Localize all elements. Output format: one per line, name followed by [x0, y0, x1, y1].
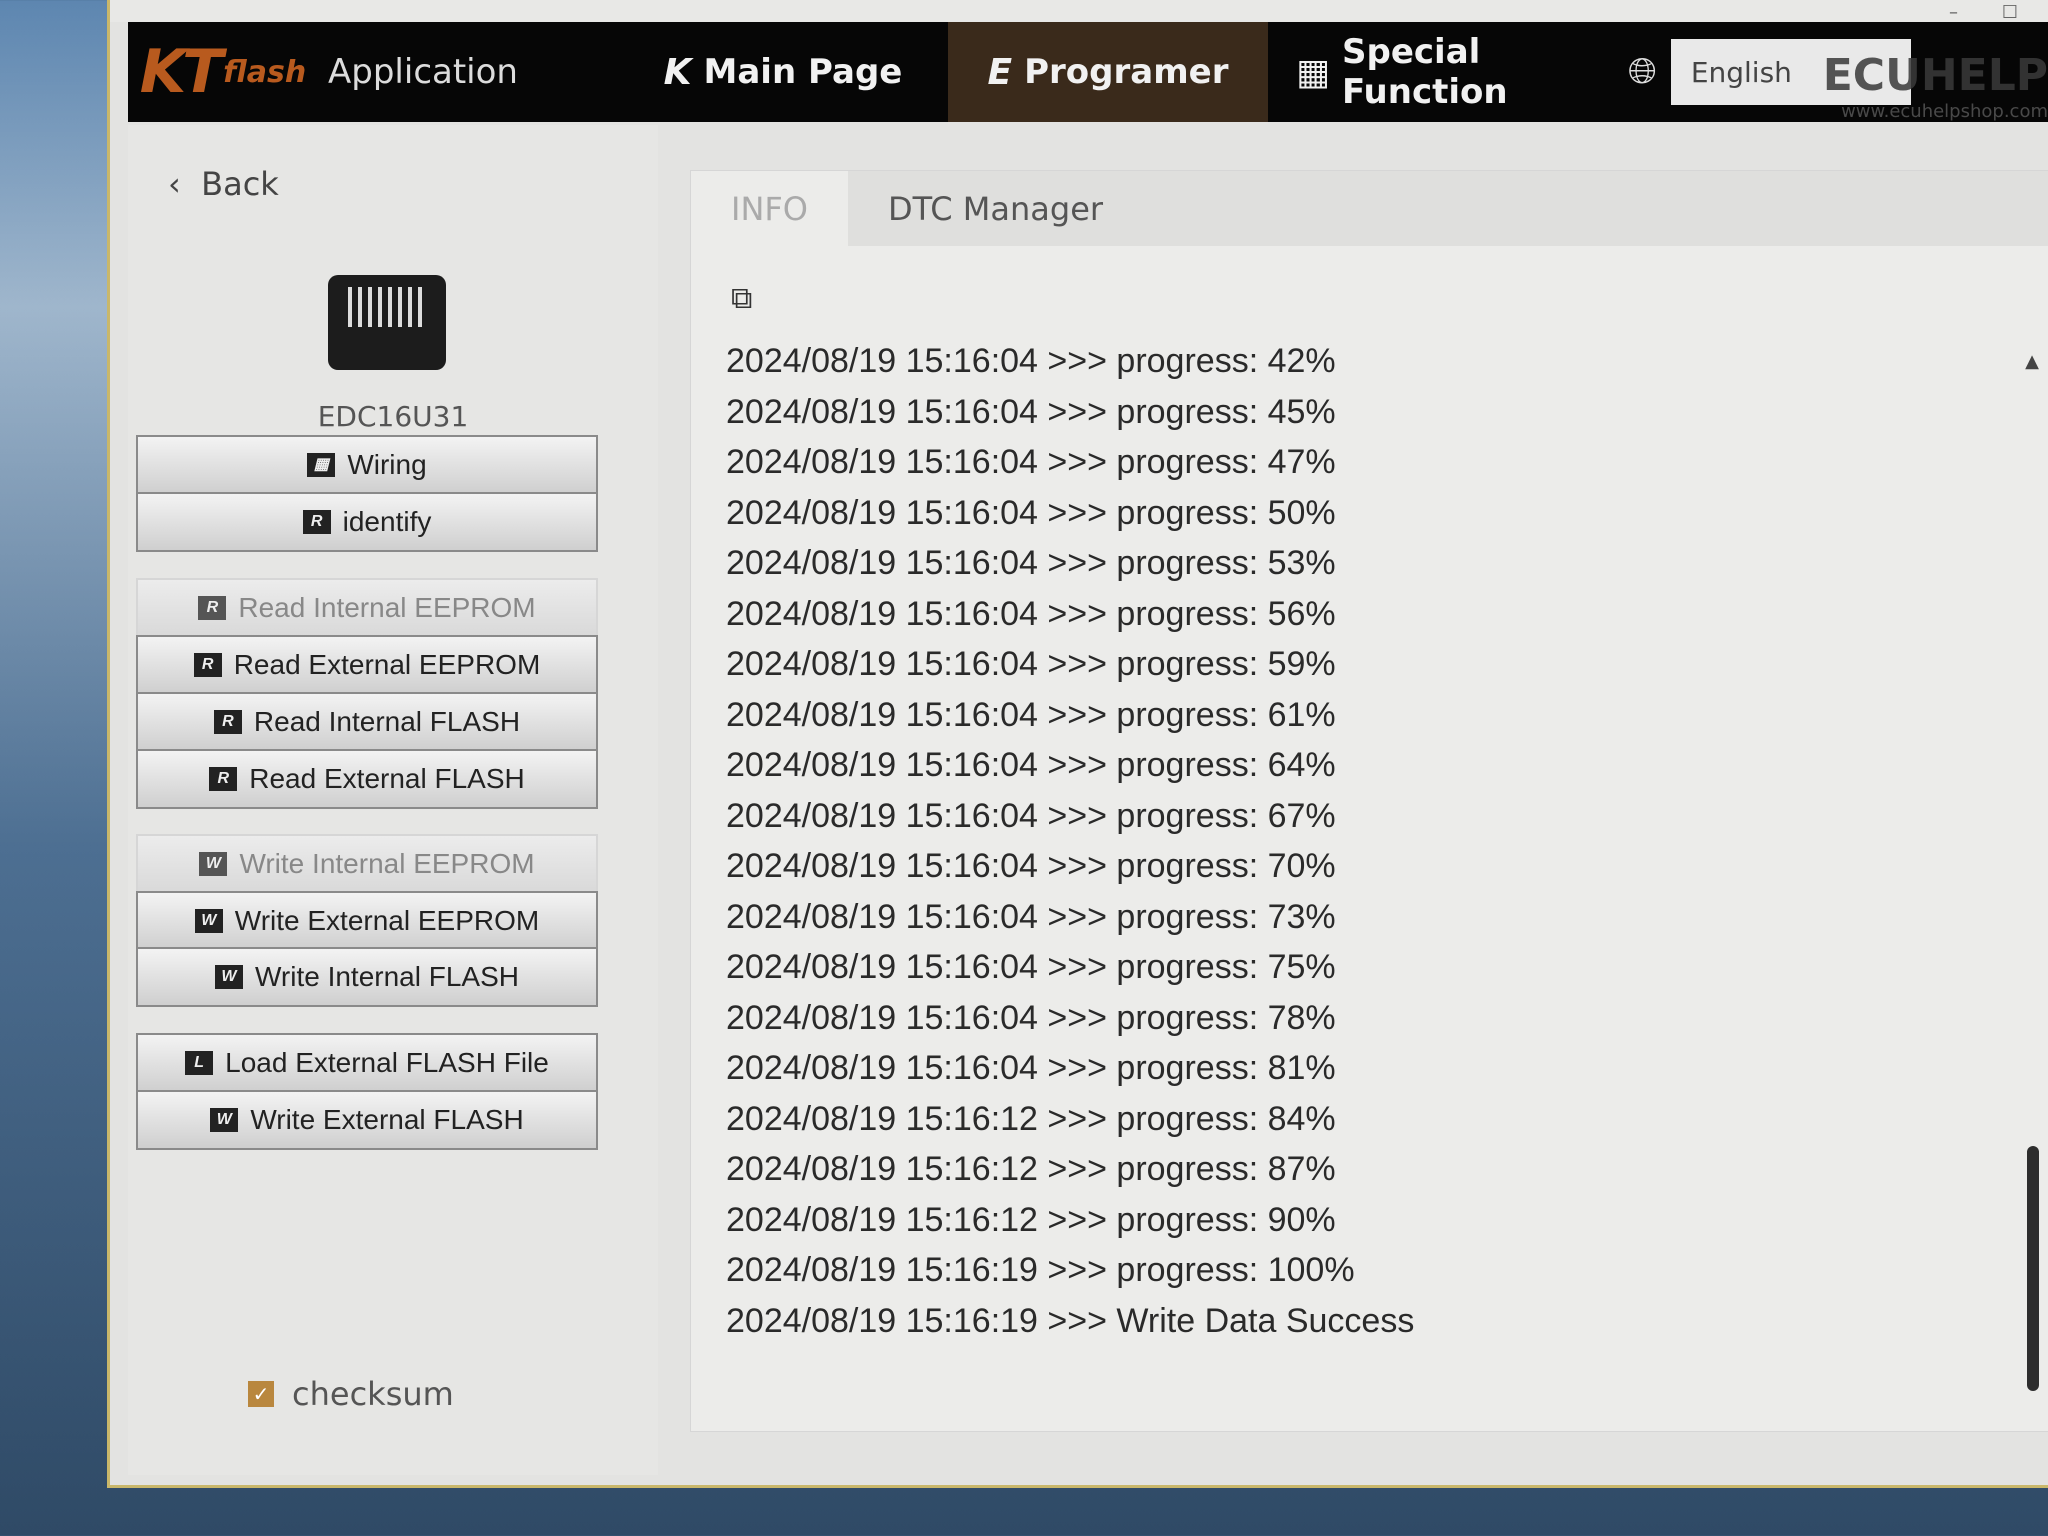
write-external-flash-button[interactable]: W Write External FLASH — [136, 1090, 598, 1150]
log-line: 2024/08/19 15:16:04 >>> progress: 45% — [726, 392, 1336, 431]
button-label: Load External FLASH File — [225, 1047, 549, 1078]
ecuhelp-watermark: ECUHELP www.ecuhelpshop.com — [1822, 50, 2048, 122]
r-badge-icon: R — [213, 710, 242, 734]
l-badge-icon: L — [185, 1051, 214, 1075]
button-label: Read External EEPROM — [233, 649, 541, 680]
r-badge-icon: R — [302, 510, 331, 534]
scrollbar-thumb[interactable] — [2027, 1146, 2039, 1391]
button-label: Read Internal FLASH — [253, 706, 521, 737]
checksum-label: checksum — [292, 1375, 454, 1413]
w-badge-icon: W — [199, 852, 228, 876]
app-window: – ☐ KT flash Application K Main Page E Prog… — [110, 0, 2048, 1485]
log-line: 2024/08/19 15:16:04 >>> progress: 70% — [726, 847, 1336, 885]
k-icon: K — [663, 51, 692, 93]
log-output: 2024/08/19 15:16:04 >>> progress: 42% 202… — [726, 336, 1414, 1346]
info-panel: INFO DTC Manager ⧉ 2024/08/19 15:16:04 >… — [690, 170, 2048, 1432]
checksum-checkbox[interactable]: ✓ checksum — [248, 1375, 454, 1413]
copy-icon[interactable]: ⧉ — [731, 281, 752, 316]
r-badge-icon: R — [198, 596, 227, 620]
log-line: 2024/08/19 15:16:04 >>> progress: 78% — [726, 998, 1336, 1037]
globe-icon[interactable]: 🌐︎ — [1628, 51, 1657, 93]
button-label: Read External FLASH — [249, 763, 525, 794]
read-internal-flash-button[interactable]: R Read Internal FLASH — [136, 692, 598, 752]
ecu-chip-icon — [328, 275, 446, 370]
button-label: Write External EEPROM — [234, 905, 540, 936]
log-line: 2024/08/19 15:16:04 >>> progress: 47% — [726, 443, 1336, 481]
read-internal-eeprom-button: R Read Internal EEPROM — [136, 578, 598, 638]
button-label: Write Internal EEPROM — [239, 848, 535, 879]
w-badge-icon: W — [194, 909, 223, 933]
log-line: 2024/08/19 15:16:04 >>> progress: 56% — [726, 594, 1336, 633]
log-line: 2024/08/19 15:16:04 >>> progress: 75% — [726, 948, 1336, 986]
button-label: Read Internal EEPROM — [238, 592, 536, 623]
chevron-left-icon: ‹ — [168, 165, 202, 203]
maximize-button[interactable]: ☐ — [2002, 2, 2018, 23]
log-line: 2024/08/19 15:16:04 >>> progress: 50% — [726, 493, 1336, 532]
button-label: Write External FLASH — [250, 1104, 524, 1135]
log-line: 2024/08/19 15:16:04 >>> progress: 81% — [726, 1049, 1336, 1087]
grid-icon: ▦ — [307, 453, 336, 477]
title-bar: – ☐ — [110, 0, 2048, 23]
r-badge-icon: R — [193, 653, 222, 677]
log-line: 2024/08/19 15:16:04 >>> progress: 42% — [726, 342, 1336, 380]
e-icon: E — [987, 51, 1013, 93]
log-line: 2024/08/19 15:16:12 >>> progress: 90% — [726, 1200, 1336, 1239]
tab-info[interactable]: INFO — [691, 171, 848, 246]
log-line: 2024/08/19 15:16:04 >>> progress: 61% — [726, 695, 1336, 734]
log-line: 2024/08/19 15:16:12 >>> progress: 84% — [726, 1099, 1336, 1138]
identify-button[interactable]: Ridentify — [136, 492, 598, 552]
back-button[interactable]: ‹ Back — [168, 165, 279, 203]
write-internal-eeprom-button: W Write Internal EEPROM — [136, 834, 598, 894]
ecu-name: EDC16U31 — [317, 400, 469, 433]
log-line: 2024/08/19 15:16:04 >>> progress: 64% — [726, 746, 1336, 784]
check-icon: ✓ — [248, 1381, 274, 1407]
log-line: 2024/08/19 15:16:19 >>> Write Data Succe… — [726, 1301, 1415, 1340]
log-line: 2024/08/19 15:16:04 >>> progress: 67% — [726, 796, 1336, 835]
w-badge-icon: W — [210, 1108, 239, 1132]
nav-label: Special Function — [1342, 32, 1508, 112]
button-label: identify — [342, 506, 432, 537]
nav-special-function[interactable]: ▦ Special Function — [1268, 22, 1618, 122]
write-internal-flash-button[interactable]: W Write Internal FLASH — [136, 947, 598, 1007]
log-line: 2024/08/19 15:16:12 >>> progress: 87% — [726, 1150, 1336, 1188]
grid-icon: ▦ — [1296, 51, 1331, 93]
nav-label: Main Page — [703, 52, 903, 92]
log-line: 2024/08/19 15:16:19 >>> progress: 100% — [726, 1251, 1355, 1289]
log-line: 2024/08/19 15:16:04 >>> progress: 59% — [726, 645, 1336, 683]
r-badge-icon: R — [209, 767, 238, 791]
load-external-flash-file-button[interactable]: L Load External FLASH File — [136, 1033, 598, 1093]
read-external-flash-button[interactable]: R Read External FLASH — [136, 749, 598, 809]
wiring-button[interactable]: ▦ Wiring — [136, 435, 598, 495]
back-label: Back — [201, 165, 279, 203]
ktflash-logo: KT flash — [139, 37, 307, 107]
log-line: 2024/08/19 15:16:04 >>> progress: 73% — [726, 897, 1336, 936]
minimize-button[interactable]: – — [1949, 2, 1958, 23]
top-nav: KT flash Application K Main Page E Programe… — [128, 22, 2048, 122]
sidebar: ‹ Back EDC16U31 ▦ Wiring Ridentify R Read In… — [128, 125, 658, 1475]
application-label: Application — [328, 52, 518, 92]
scroll-up-arrow[interactable]: ▲ — [2025, 351, 2039, 372]
read-external-eeprom-button[interactable]: R Read External EEPROM — [136, 635, 598, 695]
button-label: Write Internal FLASH — [254, 961, 520, 992]
nav-programer[interactable]: E Programer — [948, 22, 1268, 122]
watermark-url: www.ecuhelpshop.com — [1841, 101, 2048, 122]
log-line: 2024/08/19 15:16:04 >>> progress: 53% — [726, 544, 1336, 582]
tab-dtc-manager[interactable]: DTC Manager — [848, 171, 1143, 246]
w-badge-icon: W — [214, 965, 243, 989]
write-external-eeprom-button[interactable]: W Write External EEPROM — [136, 891, 598, 951]
tab-bar: INFO DTC Manager — [691, 171, 2048, 246]
nav-main-page[interactable]: K Main Page — [618, 22, 948, 122]
nav-label: Programer — [1024, 52, 1229, 92]
button-label: Wiring — [347, 449, 427, 480]
